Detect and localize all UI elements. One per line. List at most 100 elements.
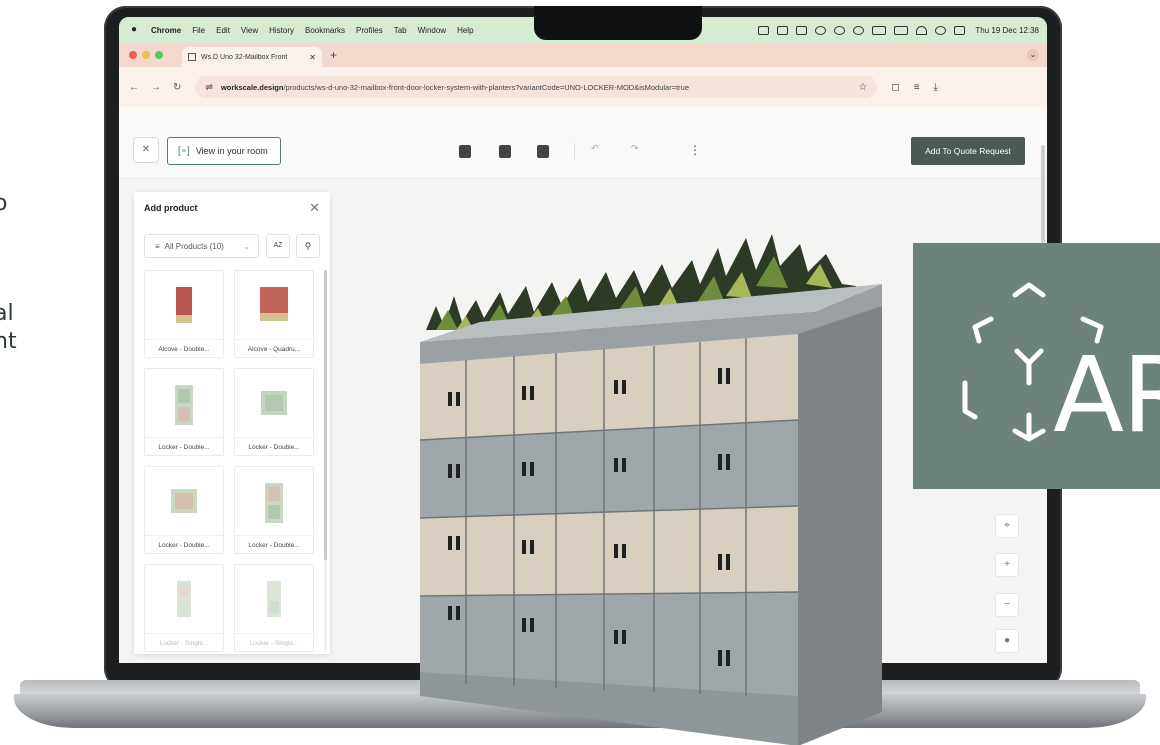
url-host: workscale.design [220, 82, 284, 92]
product-label: Locker - Double... [145, 535, 223, 555]
menu-bookmarks[interactable]: Bookmarks [305, 26, 345, 35]
control-center-icon[interactable] [954, 25, 966, 35]
product-card[interactable]: Alcove - Double... [144, 270, 224, 358]
toolbar-divider [574, 143, 575, 159]
tab-search-dropdown-icon[interactable]: ⌄ [1027, 49, 1039, 61]
record-icon[interactable] [834, 25, 846, 35]
zoom-in-button[interactable]: + [995, 553, 1019, 577]
product-card[interactable]: Locker - Single... [144, 564, 224, 652]
locker-slim-thumbnail [267, 581, 281, 617]
forward-arrow-icon[interactable]: → [151, 82, 161, 93]
add-to-quote-button[interactable]: Add To Quote Request [911, 137, 1025, 165]
product-label: Alcove - Quadru... [235, 339, 313, 359]
pdf-export-icon[interactable] [459, 145, 471, 158]
locker-tall-thumbnail [265, 483, 283, 523]
back-arrow-icon[interactable]: ← [129, 82, 139, 93]
moon-icon[interactable] [853, 25, 865, 35]
add-product-panel: Add product ✕ ≡ All Products (10) ⌄ AZ ⚲… [134, 192, 330, 654]
dropbox-icon[interactable] [758, 25, 770, 35]
address-bar[interactable]: ⇌ workscale.design/products/ws-d-uno-32-… [195, 76, 878, 98]
search-icon[interactable]: ⚲ [296, 234, 320, 258]
chevron-down-icon: ⌄ [243, 241, 250, 251]
product-card[interactable]: Locker - Single... [234, 564, 314, 652]
document-export-icon[interactable] [537, 145, 549, 158]
menu-view[interactable]: View [241, 26, 258, 35]
filter-label: All Products (10) [164, 241, 224, 251]
locker-tall-thumbnail [175, 385, 193, 425]
product-label: Alcove - Double... [145, 339, 223, 359]
browser-tab-strip: Ws.D Uno 32-Mailbox Front ✕ + ⌄ [119, 43, 1047, 67]
tab-title: Ws.D Uno 32-Mailbox Front [201, 53, 288, 61]
url-path: /products/ws-d-uno-32-mailbox-front-door… [283, 82, 690, 92]
menu-history[interactable]: History [269, 26, 294, 35]
bookmark-star-icon[interactable]: ☆ [858, 82, 867, 93]
alcove-double-thumbnail [176, 287, 192, 323]
product-label: Locker - Double... [235, 535, 313, 555]
tab-favicon-icon [188, 53, 196, 61]
close-panel-icon[interactable]: ✕ [309, 200, 320, 216]
browser-tab-active[interactable]: Ws.D Uno 32-Mailbox Front ✕ [182, 47, 322, 67]
product-label: Locker - Double... [145, 437, 223, 457]
panel-scrollbar[interactable] [324, 270, 327, 650]
menu-chrome[interactable]: Chrome [151, 26, 181, 35]
product-card[interactable]: Locker - Double... [144, 368, 224, 456]
new-tab-button[interactable]: + [330, 48, 337, 62]
sort-az-button[interactable]: AZ [266, 234, 290, 258]
site-settings-icon[interactable]: ⇌ [205, 82, 213, 93]
spotlight-icon[interactable] [935, 25, 947, 35]
screen-mirror-icon[interactable] [777, 25, 789, 35]
product-card[interactable]: Locker - Double... [234, 368, 314, 456]
menu-help[interactable]: Help [457, 26, 473, 35]
view-in-room-label: View in your room [195, 146, 268, 156]
view-in-room-button[interactable]: [∘] View in your room [167, 137, 281, 165]
panel-scrollbar-thumb[interactable] [324, 270, 327, 560]
reload-icon[interactable]: ↻ [173, 82, 181, 93]
zoom-out-button[interactable]: − [995, 593, 1019, 617]
ar-badge: AR [913, 243, 1160, 489]
locker-square-thumbnail [261, 391, 287, 415]
menu-profiles[interactable]: Profiles [356, 26, 383, 35]
reading-list-icon[interactable]: ≡ [914, 82, 920, 93]
locker-slim-thumbnail [177, 581, 191, 617]
minimize-window-button[interactable] [142, 51, 150, 59]
product-filter-dropdown[interactable]: ≡ All Products (10) ⌄ [144, 234, 259, 258]
fit-view-icon[interactable]: ⌖ [995, 514, 1019, 538]
info-icon[interactable]: ● [995, 629, 1019, 653]
zoom-window-button[interactable] [155, 51, 163, 59]
browser-toolbar: ← → ↻ ⇌ workscale.design/products/ws-d-u… [119, 67, 1047, 107]
product-label: Locker - Single... [145, 633, 223, 653]
close-window-button[interactable] [129, 51, 137, 59]
panel-title: Add product [144, 203, 198, 213]
close-tab-icon[interactable]: ✕ [309, 53, 316, 62]
window-controls [129, 51, 168, 59]
camera-notch [534, 6, 702, 40]
hr-badge-icon[interactable] [872, 25, 887, 35]
extensions-icon[interactable]: ◻ [891, 82, 899, 93]
undo-icon[interactable]: ↶ [591, 143, 607, 156]
download-icon[interactable]: ⤓ [934, 82, 938, 93]
locker-planter-render [419, 234, 882, 745]
menu-tab[interactable]: Tab [394, 26, 407, 35]
menu-edit[interactable]: Edit [216, 26, 230, 35]
side-text-line-3: nt [0, 329, 17, 354]
more-options-icon[interactable]: ⋮ [689, 143, 701, 157]
close-configurator-button[interactable]: ✕ [133, 137, 159, 163]
image-export-icon[interactable] [499, 145, 511, 158]
product-card[interactable]: Locker - Double... [234, 466, 314, 554]
product-card[interactable]: Alcove - Quadru... [234, 270, 314, 358]
menu-file[interactable]: File [192, 26, 205, 35]
filter-icon: ≡ [155, 241, 160, 251]
redo-icon[interactable]: ↷ [631, 143, 647, 156]
cloud-icon[interactable] [815, 25, 827, 35]
product-card[interactable]: Locker - Double... [144, 466, 224, 554]
marketing-image: o al nt ● Chrome File Edit View History … [0, 0, 1160, 745]
product-label: Locker - Single... [235, 633, 313, 653]
dice-icon[interactable] [796, 25, 808, 35]
ar-label: AR [1053, 334, 1160, 456]
menubar-clock[interactable]: Thu 19 Dec 12:38 [975, 26, 1039, 35]
configurator-toolbar: ✕ [∘] View in your room ↶ ↷ ⋮ Add To Quo… [119, 107, 1047, 179]
wifi-icon[interactable] [916, 25, 928, 35]
menu-window[interactable]: Window [418, 26, 446, 35]
apple-icon[interactable]: ● [131, 25, 141, 35]
battery-icon[interactable] [894, 25, 909, 35]
